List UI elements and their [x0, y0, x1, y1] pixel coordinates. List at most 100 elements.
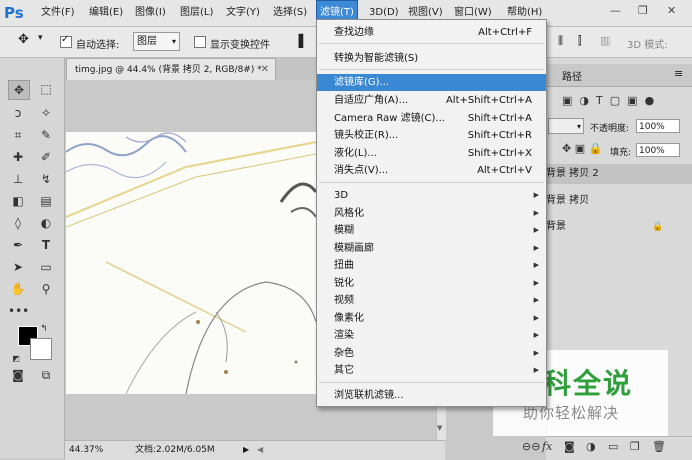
healing-brush-icon[interactable]: ✚ — [8, 148, 28, 166]
menu-item-filter-gallery[interactable]: 滤镜库(G)... — [317, 74, 546, 91]
scroll-down-icon[interactable]: ▼ — [437, 424, 442, 432]
eraser-tool-icon[interactable]: ◧ — [8, 192, 28, 210]
close-window-icon[interactable]: ✕ — [667, 4, 676, 17]
more-tools-icon[interactable]: ••• — [8, 302, 29, 320]
auto-select-checkbox[interactable]: ✓ — [60, 34, 72, 48]
background-color-swatch[interactable] — [30, 338, 52, 360]
menu-item-liquify[interactable]: 液化(L)... Shift+Ctrl+X — [317, 145, 546, 162]
move-tool-icon[interactable]: ✥ — [18, 32, 29, 47]
quick-mask-icon[interactable]: ◙ — [8, 366, 28, 384]
lock-icons[interactable]: ✥ ▣ 🔒 — [562, 142, 602, 155]
submenu-arrow-icon: ▶ — [533, 366, 539, 374]
layer-row[interactable]: 背景 拷贝 — [546, 191, 676, 211]
fx-icon[interactable]: fx — [542, 440, 552, 453]
menu-item-shortcut: Shift+Ctrl+R — [467, 130, 532, 141]
path-select-icon[interactable]: ➤ — [8, 258, 28, 276]
screen-mode-icon[interactable]: ⧉ — [36, 366, 56, 384]
restore-icon[interactable]: ❐ — [638, 4, 648, 17]
magic-wand-icon[interactable]: ✧ — [36, 104, 56, 122]
crop-tool-icon[interactable]: ⌗ — [8, 126, 28, 144]
pixel-filter-icon[interactable]: ▣ — [562, 94, 572, 107]
menu-item-label: Camera Raw 滤镜(C)... — [334, 113, 445, 124]
panel-menu-icon[interactable]: ≡ — [674, 67, 683, 80]
menu-file[interactable]: 文件(F) — [38, 0, 78, 26]
new-layer-icon[interactable]: ❐ — [630, 440, 640, 453]
show-transform-checkbox[interactable] — [194, 36, 206, 48]
menu-select[interactable]: 选择(S) — [270, 0, 310, 26]
minimize-icon[interactable]: — — [610, 4, 621, 17]
zoom-level[interactable]: 44.37% — [69, 441, 103, 459]
layer-filter-icons[interactable]: ▣ ◑ T ▢ ▣ ● — [562, 94, 654, 107]
link-layers-icon[interactable]: ⊖⊖ — [522, 440, 540, 453]
align-icon[interactable]: ▐ — [294, 34, 303, 48]
menu-item-find-edges[interactable]: 查找边缘 Alt+Ctrl+F — [317, 24, 546, 41]
document-tab-title: timg.jpg @ 44.4% (背景 拷贝 2, RGB/8#) * — [75, 65, 262, 75]
gradient-tool-icon[interactable]: ▤ — [36, 192, 56, 210]
hand-tool-icon[interactable]: ✋ — [8, 280, 28, 298]
opacity-input[interactable]: 100% — [636, 119, 680, 133]
menu-item-sharpen[interactable]: 锐化 ▶ — [317, 275, 546, 292]
distribute-icon[interactable]: ⫿ — [578, 34, 582, 48]
scroll-left-icon[interactable]: ◀ — [257, 441, 263, 459]
menu-item-label: 像素化 — [334, 313, 364, 324]
auto-select-dropdown[interactable]: 图层 ▾ — [133, 32, 180, 51]
move-tool-icon[interactable]: ✥ — [8, 80, 30, 100]
menu-item-render[interactable]: 渲染 ▶ — [317, 327, 546, 344]
menu-item-video[interactable]: 视频 ▶ — [317, 292, 546, 309]
zoom-tool-icon[interactable]: ⚲ — [36, 280, 56, 298]
menu-item-pixelate[interactable]: 像素化 ▶ — [317, 310, 546, 327]
lasso-tool-icon[interactable]: ↄ — [8, 104, 28, 122]
shape-filter-icon[interactable]: ▢ — [610, 94, 620, 107]
dodge-tool-icon[interactable]: ◐ — [36, 214, 56, 232]
type-filter-icon[interactable]: T — [596, 94, 603, 107]
fill-input[interactable]: 100% — [636, 143, 680, 157]
menu-type[interactable]: 文字(Y) — [223, 0, 263, 26]
layer-row[interactable]: 背景 拷贝 2 — [546, 164, 692, 184]
menu-item-distort[interactable]: 扭曲 ▶ — [317, 257, 546, 274]
dropdown-arrow-icon[interactable]: ▾ — [38, 33, 43, 43]
menu-item-noise[interactable]: 杂色 ▶ — [317, 345, 546, 362]
adjustment-layer-icon[interactable]: ◑ — [586, 440, 596, 453]
marquee-tool-icon[interactable]: ⬚ — [36, 80, 56, 98]
document-canvas[interactable] — [66, 132, 316, 394]
menu-item-blur-gallery[interactable]: 模糊画廊 ▶ — [317, 240, 546, 257]
menu-item-camera-raw[interactable]: Camera Raw 滤镜(C)... Shift+Ctrl+A — [317, 110, 546, 127]
status-arrow-icon[interactable]: ▶ — [243, 441, 249, 459]
auto-align-icon[interactable]: ▥ — [600, 34, 610, 47]
swap-colors-icon[interactable]: ↰ — [38, 320, 50, 338]
rectangle-tool-icon[interactable]: ▭ — [36, 258, 56, 276]
document-tab[interactable]: timg.jpg @ 44.4% (背景 拷贝 2, RGB/8#) * ✕ — [66, 58, 276, 80]
menu-item-vanishing-point[interactable]: 消失点(V)... Alt+Ctrl+V — [317, 162, 546, 179]
layer-row[interactable]: 背景 🔒 — [546, 217, 676, 237]
pen-tool-icon[interactable]: ✒ — [8, 236, 28, 254]
type-tool-icon[interactable]: T — [36, 236, 56, 254]
menu-item-label: 液化(L)... — [334, 148, 377, 159]
close-tab-icon[interactable]: ✕ — [261, 59, 269, 81]
add-mask-icon[interactable]: ◙ — [564, 440, 575, 453]
align-right-icon[interactable]: ⫼ — [558, 34, 563, 48]
menu-item-label: 浏览联机滤镜... — [334, 390, 404, 401]
menu-item-lens-correction[interactable]: 镜头校正(R)... Shift+Ctrl+R — [317, 127, 546, 144]
menu-item-3d[interactable]: 3D ▶ — [317, 187, 546, 204]
menu-item-adaptive-wide-angle[interactable]: 自适应广角(A)... Alt+Shift+Ctrl+A — [317, 92, 546, 109]
blur-tool-icon[interactable]: ◊ — [8, 214, 28, 232]
menu-item-blur[interactable]: 模糊 ▶ — [317, 222, 546, 239]
new-group-icon[interactable]: ▭ — [608, 440, 618, 453]
menu-item-browse-filters[interactable]: 浏览联机滤镜... — [317, 387, 546, 404]
menu-layer[interactable]: 图层(L) — [177, 0, 216, 26]
paths-tab[interactable]: 路径 — [562, 68, 582, 83]
history-brush-icon[interactable]: ↯ — [36, 170, 56, 188]
filter-toggle-icon[interactable]: ● — [645, 94, 655, 107]
menu-item-stylize[interactable]: 风格化 ▶ — [317, 205, 546, 222]
menu-item-convert-smart-filter[interactable]: 转换为智能滤镜(S) — [317, 50, 546, 67]
eyedropper-icon[interactable]: ✎ — [36, 126, 56, 144]
menu-edit[interactable]: 编辑(E) — [86, 0, 126, 26]
menu-image[interactable]: 图像(I) — [132, 0, 169, 26]
menu-item-other[interactable]: 其它 ▶ — [317, 362, 546, 379]
delete-layer-icon[interactable]: 🗑 — [652, 440, 666, 453]
stamp-tool-icon[interactable]: ⊥ — [8, 170, 28, 188]
smart-filter-icon[interactable]: ▣ — [627, 94, 637, 107]
brush-tool-icon[interactable]: ✐ — [36, 148, 56, 166]
blend-mode-dropdown[interactable]: ▾ — [548, 118, 584, 134]
adjustment-filter-icon[interactable]: ◑ — [579, 94, 589, 107]
